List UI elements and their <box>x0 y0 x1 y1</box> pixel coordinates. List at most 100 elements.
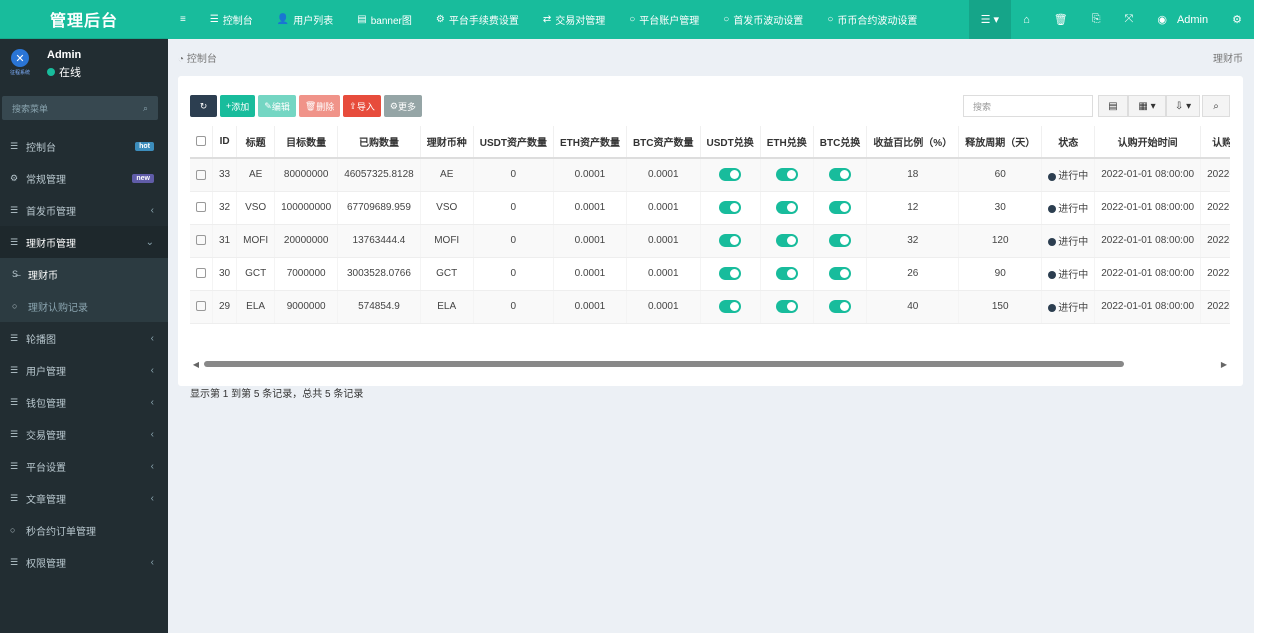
table-row[interactable]: 31 MOFI 20000000 13763444.4 MOFI 0 0.0001 0.000… <box>190 224 1230 258</box>
table-row[interactable]: 29 ELA 9000000 574854.9 ELA 0 0.0001 0.0001 40 15… <box>190 290 1230 324</box>
toggle-switch[interactable] <box>829 201 852 214</box>
column-header[interactable]: 认购开始时间 <box>1094 126 1202 159</box>
toggle-switch[interactable] <box>829 234 852 247</box>
toggle-switch[interactable] <box>719 267 742 280</box>
row-checkbox[interactable] <box>190 191 213 225</box>
sidebar-item-finance-coin[interactable]: ☰ 理财币管理 ⌄ <box>0 226 168 258</box>
more-button[interactable]: ⚙ 更多 <box>383 95 422 117</box>
user-menu[interactable]: ◉ Admin <box>1145 0 1220 39</box>
table-cell-usdt-ex[interactable] <box>700 191 761 225</box>
toggle-switch[interactable] <box>775 234 798 247</box>
table-search-input[interactable]: 搜索 <box>963 95 1093 117</box>
table-cell-eth-ex[interactable] <box>760 191 814 225</box>
column-header[interactable]: USDT兑换 <box>700 126 761 159</box>
toggle-switch[interactable] <box>775 201 798 214</box>
sidebar-item-trades[interactable]: ☰ 交易管理 ‹ <box>0 418 168 450</box>
delete-button[interactable]: 🗑 删除 <box>298 95 341 117</box>
scrollbar-thumb[interactable] <box>204 361 1124 367</box>
column-header[interactable]: 收益百比例（%） <box>866 126 960 159</box>
toggle-view-button[interactable]: ▤ <box>1098 95 1128 117</box>
column-header[interactable]: 理财币种 <box>420 126 474 159</box>
app-logo-title[interactable]: 管理后台 <box>0 0 168 39</box>
column-header[interactable]: 认购结 <box>1200 126 1230 159</box>
column-header[interactable]: 目标数量 <box>274 126 339 159</box>
column-header[interactable]: BTC兑换 <box>813 126 868 159</box>
column-header[interactable]: 释放周期（天） <box>958 126 1043 159</box>
table-cell-usdt-ex[interactable] <box>700 224 761 258</box>
toggle-switch[interactable] <box>775 300 798 313</box>
column-header[interactable]: 标题 <box>236 126 276 159</box>
row-checkbox[interactable] <box>190 158 213 192</box>
row-checkbox[interactable] <box>190 224 213 258</box>
table-cell-usdt-ex[interactable] <box>700 257 761 291</box>
toggle-switch[interactable] <box>719 201 742 214</box>
tab-dashboard[interactable]: ☰ 控制台 <box>198 0 265 39</box>
sidebar-item-second-contract[interactable]: ○ 秒合约订单管理 <box>0 514 168 546</box>
table-cell-btc-ex[interactable] <box>813 290 868 324</box>
row-checkbox[interactable] <box>190 290 213 324</box>
sidebar-item-platform-settings[interactable]: ☰ 平台设置 ‹ <box>0 450 168 482</box>
toggle-switch[interactable] <box>775 267 798 280</box>
columns-button[interactable]: ▦ ▾ <box>1128 95 1166 117</box>
toggle-switch[interactable] <box>829 300 852 313</box>
table-row[interactable]: 30 GCT 7000000 3003528.0766 GCT 0 0.0001 0.0001… <box>190 257 1230 291</box>
sidebar-item-finance-coin-list[interactable]: S̶ 理财币 <box>0 258 168 290</box>
sidebar-item-articles[interactable]: ☰ 文章管理 ‹ <box>0 482 168 514</box>
table-cell-usdt-ex[interactable] <box>700 158 761 192</box>
toggle-switch[interactable] <box>775 168 798 182</box>
column-header[interactable]: 已购数量 <box>337 126 421 159</box>
toggle-switch[interactable] <box>719 234 742 247</box>
sidebar-item-subscription-records[interactable]: ○ 理财认购记录 <box>0 290 168 322</box>
tab-platform-fee[interactable]: ⚙ 平台手续费设置 <box>424 0 531 39</box>
sidebar-item-users[interactable]: ☰ 用户管理 ‹ <box>0 354 168 386</box>
sidebar-item-permissions[interactable]: ☰ 权限管理 ‹ <box>0 546 168 578</box>
tab-banner[interactable]: ▤ banner图 <box>345 0 424 39</box>
home-button[interactable]: ⌂ <box>1011 0 1042 39</box>
sidebar-search-input[interactable]: 搜索菜单 ⌕ <box>2 96 158 120</box>
table-cell-eth-ex[interactable] <box>760 158 814 192</box>
table-cell-btc-ex[interactable] <box>813 191 868 225</box>
table-cell-usdt-ex[interactable] <box>700 290 761 324</box>
toggle-switch[interactable] <box>719 168 742 182</box>
toggle-switch[interactable] <box>829 168 852 182</box>
column-header[interactable]: ID <box>212 126 238 159</box>
column-header[interactable]: USDT资产数量 <box>473 126 554 159</box>
search-button[interactable]: ⌕ <box>1202 95 1230 117</box>
scroll-right-icon[interactable]: ▶ <box>1218 360 1230 369</box>
tab-platform-accounts[interactable]: ○ 平台账户管理 <box>617 0 711 39</box>
column-header[interactable]: 状态 <box>1041 126 1096 159</box>
import-button[interactable]: ⇪ 导入 <box>343 95 381 117</box>
tab-user-list[interactable]: 👤 用户列表 <box>265 0 345 39</box>
column-header[interactable]: BTC资产数量 <box>626 126 701 159</box>
sidebar-item-dashboard[interactable]: ☰ 控制台 hot <box>0 130 168 162</box>
select-all-checkbox[interactable] <box>190 126 213 159</box>
table-row[interactable]: 33 AE 80000000 46057325.8128 AE 0 0.0001 0.0001… <box>190 158 1230 192</box>
table-row[interactable]: 32 VSO 100000000 67709689.959 VSO 0 0.0001 0.00… <box>190 191 1230 225</box>
table-cell-btc-ex[interactable] <box>813 257 868 291</box>
trash-button[interactable]: 🗑 <box>1042 0 1080 39</box>
language-button[interactable]: ⎘ <box>1080 0 1113 39</box>
tab-contract-volatility[interactable]: ○ 币币合约波动设置 <box>815 0 929 39</box>
fullscreen-button[interactable]: ⤧ <box>1113 0 1146 39</box>
tab-trade-pairs[interactable]: ⇄ 交易对管理 <box>531 0 617 39</box>
sidebar-item-ico-coin[interactable]: ☰ 首发币管理 ‹ <box>0 194 168 226</box>
table-cell-eth-ex[interactable] <box>760 224 814 258</box>
sidebar-toggle-button[interactable]: ≡ <box>168 0 198 39</box>
table-cell-btc-ex[interactable] <box>813 224 868 258</box>
column-header[interactable]: ETH兑换 <box>760 126 814 159</box>
search-icon[interactable]: ⌕ <box>143 103 148 114</box>
sidebar-item-general[interactable]: ⚙ 常规管理 new <box>0 162 168 194</box>
row-checkbox[interactable] <box>190 257 213 291</box>
table-cell-btc-ex[interactable] <box>813 158 868 192</box>
breadcrumb-home[interactable]: ◔ 控制台 <box>178 50 217 65</box>
table-cell-eth-ex[interactable] <box>760 290 814 324</box>
toggle-switch[interactable] <box>829 267 852 280</box>
tab-ico-volatility[interactable]: ○ 首发币波动设置 <box>711 0 815 39</box>
refresh-button[interactable]: ↻ <box>190 95 217 117</box>
horizontal-scrollbar[interactable]: ◀ ▶ <box>190 360 1230 369</box>
table-cell-eth-ex[interactable] <box>760 257 814 291</box>
sidebar-item-wallet[interactable]: ☰ 钱包管理 ‹ <box>0 386 168 418</box>
export-button[interactable]: ⇩ ▾ <box>1166 95 1200 117</box>
edit-button[interactable]: ✎ 编辑 <box>258 95 296 117</box>
add-button[interactable]: + 添加 <box>220 95 256 117</box>
